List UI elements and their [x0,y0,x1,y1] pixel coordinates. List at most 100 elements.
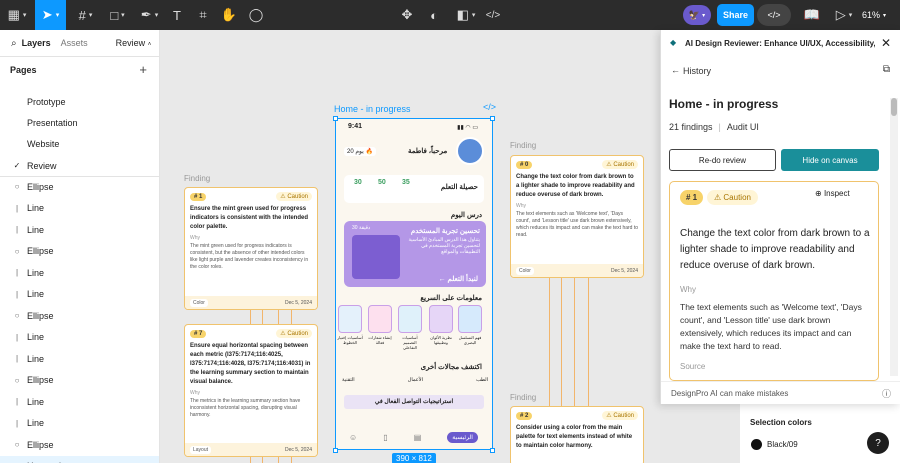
hide-on-canvas-button[interactable]: Hide on canvas [781,149,879,171]
layer-label: Line [27,289,45,299]
clipboard-icon: ▤ [413,432,422,442]
layer-item[interactable]: | Line [0,219,159,240]
category-chip: الأعمال [407,377,423,383]
move-tool-icon[interactable]: ➤ ▾ [35,0,66,30]
finding-card[interactable]: # 0 ⚠ Caution Change the text color from … [510,155,644,278]
help-button[interactable]: ? [867,432,889,454]
scrollbar[interactable] [890,98,898,376]
findings-count: 21 findings [669,122,713,132]
page-item-presentation[interactable]: Presentation [0,112,159,133]
color-swatch[interactable] [751,439,762,450]
layer-item[interactable]: ○ Ellipse [0,241,159,262]
add-page-icon[interactable]: + [139,62,147,77]
layer-item[interactable]: | Line [0,198,159,219]
finding-card[interactable]: # 1 ⚠ Caution Ensure the mint green used … [184,187,318,310]
warning-icon: ⚠ [714,193,722,202]
nav-home-active: الرئيسية [447,431,478,443]
search-icon[interactable]: ⌕ [11,38,17,49]
panel-tabs: ⌕ Layers Assets Review ˄ [0,30,159,56]
layer-label: Ellipse [27,310,54,321]
layer-item[interactable]: ○ Ellipse [0,305,159,326]
layer-item[interactable]: ○ Ellipse [0,176,159,197]
layer-item[interactable]: | Line [0,284,159,305]
resize-handle[interactable] [490,448,495,453]
zoom-dropdown[interactable]: 61% ▾ [862,0,886,30]
line-icon: | [15,225,19,234]
comment-tool-icon[interactable]: ◯ [245,0,267,30]
metric-value: 35 [402,179,410,186]
caution-badge: ⚠ Caution [707,190,758,205]
code-icon[interactable]: </> [482,0,504,30]
layer-item[interactable]: | Line [0,413,159,434]
layer-item[interactable]: ○ Ellipse [0,370,159,391]
review-dropdown[interactable]: Review ˄ [116,38,152,48]
scrollbar-thumb[interactable] [891,98,897,116]
main-menu-icon[interactable]: ▦ ▾ [2,0,32,30]
selection-colors-heading: Selection colors [750,418,812,427]
finding-card[interactable]: # 7 ⚠ Caution Ensure equal horizontal spa… [184,324,318,457]
design-canvas[interactable]: Finding Finding Finding # 1 ⚠ Caution Ens… [160,30,660,463]
close-icon[interactable]: ✕ [881,36,891,50]
tab-assets[interactable]: Assets [61,38,88,48]
line-icon: | [15,268,19,277]
library-icon[interactable]: 📖 [802,0,822,30]
layer-item[interactable]: | Line [0,348,159,369]
summary-label: حصيلة التعلم [440,184,478,191]
lesson-title: تحسين تجربة المستخدم [410,228,480,235]
layer-label: Line [27,203,45,213]
finding-card[interactable]: # 2 ⚠ Caution Consider using a color from… [510,406,644,463]
status-icons: ▮▮ ◠ ▭ [457,125,478,131]
frame-name-label[interactable]: Home - in progress [334,104,411,114]
plugin-icon: ◆ [670,38,677,47]
dev-mode-toggle[interactable]: </> [757,4,791,26]
inspect-button[interactable]: ⊕ Inspect [815,189,850,198]
pen-tool-icon[interactable]: ✒ ▾ [134,0,165,30]
page-item-review[interactable]: ✓ Review [0,155,159,176]
page-item-website[interactable]: Website [0,133,159,154]
history-link[interactable]: History [683,66,711,76]
line-icon: | [15,354,19,363]
resources-icon[interactable]: ⌗ [192,0,214,30]
topic-label: أساسيات إختيار الخطوط [337,335,363,345]
frame-tool-icon[interactable]: # ▾ [70,0,101,30]
resize-handle[interactable] [490,116,495,121]
back-arrow-icon[interactable]: ← [671,65,680,75]
resize-handle[interactable] [333,116,338,121]
code-icon[interactable]: </> [483,102,496,112]
plugin-title: AI Design Reviewer: Enhance UI/UX, Acces… [685,39,875,48]
resize-handle[interactable] [333,448,338,453]
finding-description: The mint green used for progress indicat… [190,243,309,270]
layer-item[interactable]: | Line [0,327,159,348]
line-icon: | [15,332,19,342]
section-title: معلومات على السريع [420,295,482,302]
user-avatar[interactable]: 🦅 ▾ [683,5,711,25]
layer-item[interactable]: | Line [0,391,159,412]
pages-heading: Pages [10,65,37,75]
shape-tool-icon[interactable]: □ ▾ [102,0,133,30]
page-item-prototype[interactable]: Prototype [0,91,159,112]
info-icon[interactable]: ⓘ [882,387,891,400]
category-chip: الطب [476,377,488,383]
streak-badge: 20 يوم 🔥 [344,147,376,156]
layer-item[interactable]: ○ Ellipse [0,434,159,455]
layer-label: Line [27,224,45,235]
component-icon[interactable]: ✥ [396,0,418,30]
tab-layers[interactable]: Layers [22,38,51,48]
boolean-icon[interactable]: ◧ ▾ [452,0,480,30]
copy-icon[interactable]: ⧉ [883,64,890,75]
redo-review-button[interactable]: Re-do review [669,149,776,171]
layer-item[interactable]: #Home - in progress [0,455,159,463]
phone-frame[interactable]: 9:41 ▮▮ ◠ ▭ 20 يوم 🔥 مرحباً، فاطمة 30 50… [335,118,493,450]
layer-item[interactable]: | Line [0,262,159,283]
topic-tile [368,305,392,333]
hand-tool-icon[interactable]: ✋ [218,0,240,30]
share-button[interactable]: Share [717,4,754,26]
ellipse-icon: ○ [14,311,20,320]
topic-tile [458,305,482,333]
contrast-icon[interactable]: ◐ [423,0,445,30]
status-time: 9:41 [348,123,363,130]
text-tool-icon[interactable]: T [166,0,188,30]
topic-label: إنشاء شعارات فعالة [368,335,392,345]
present-icon[interactable]: ▷ ▾ [832,0,856,30]
section-title: درس اليوم [450,212,482,219]
